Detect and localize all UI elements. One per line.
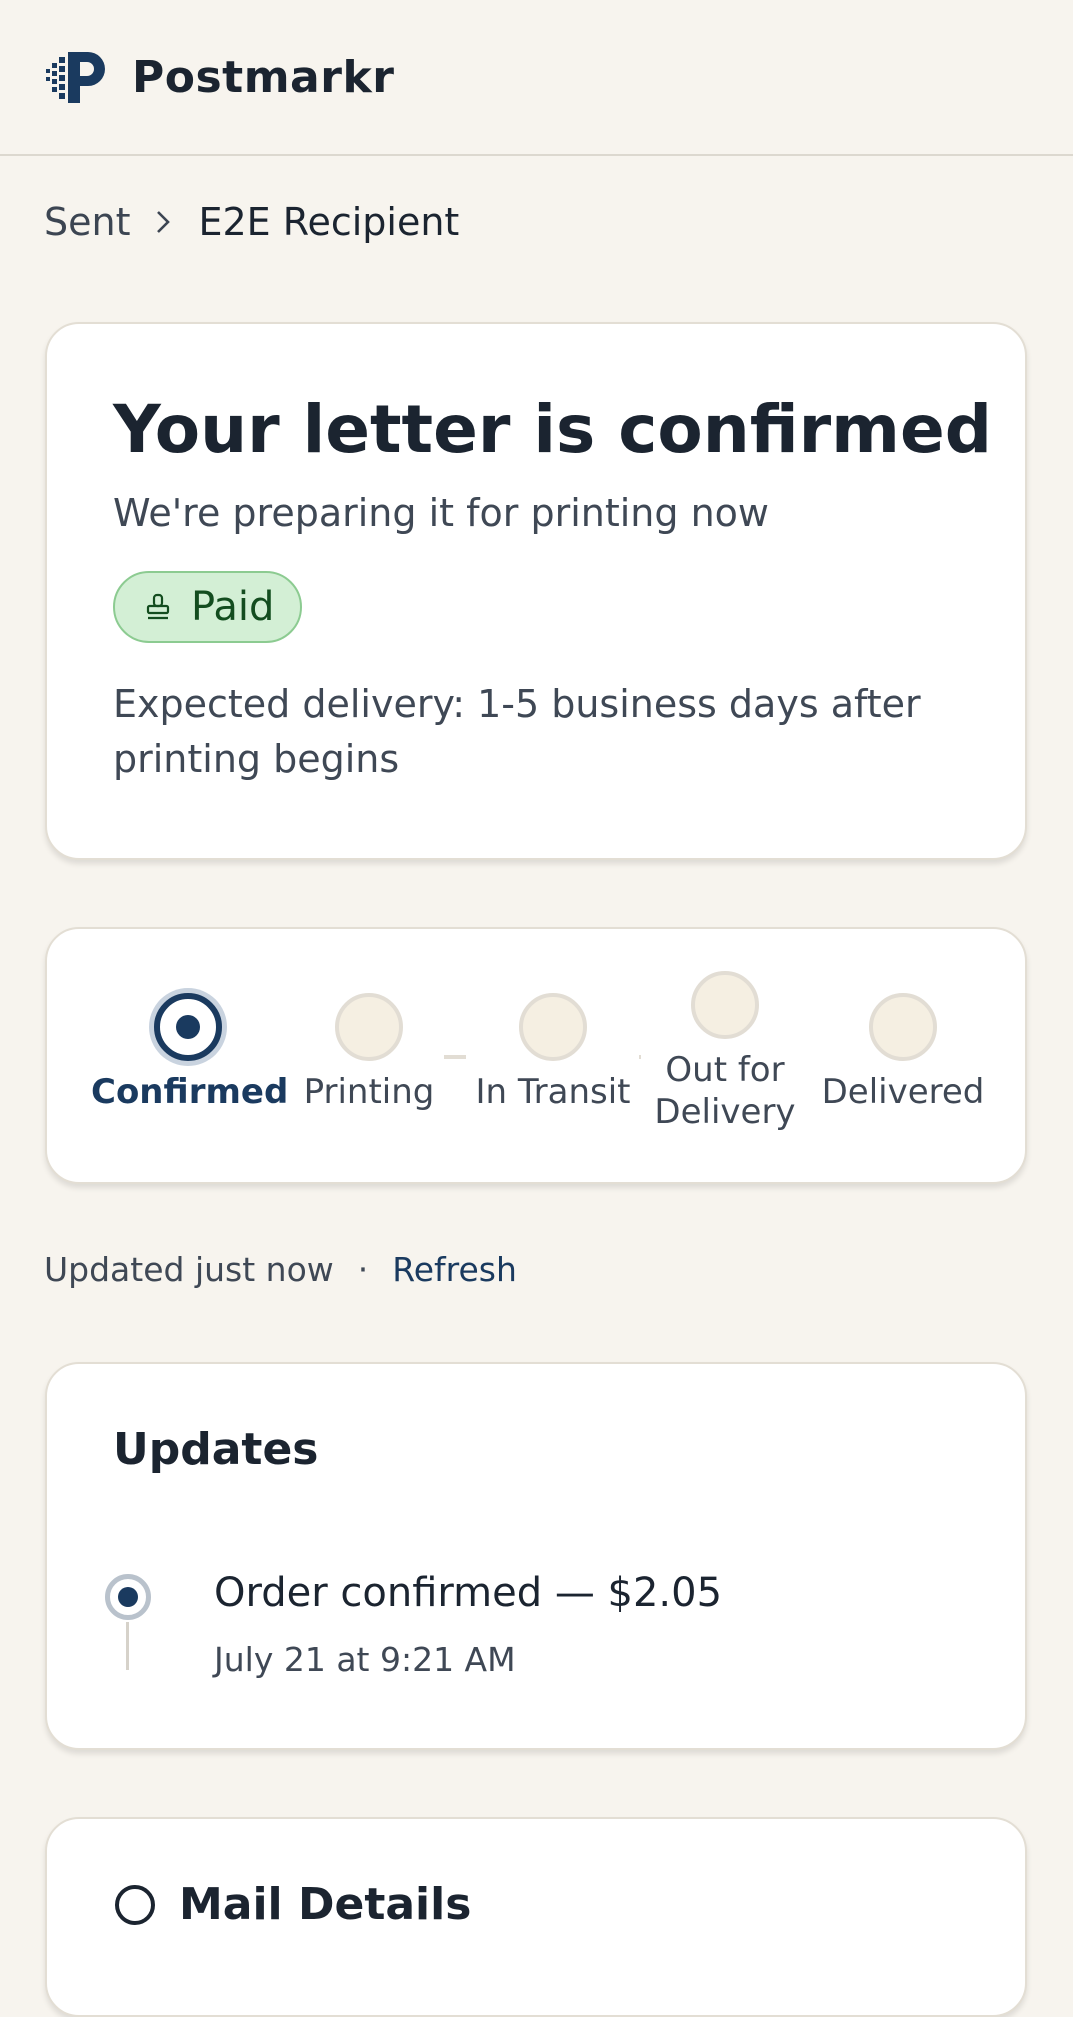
timeline-item-text: Order confirmed — $2.05 (214, 1570, 723, 1616)
updates-card: Updates Order confirmed — $2.05 July 21 … (45, 1362, 1027, 1750)
step-dot-printing (335, 993, 403, 1061)
timeline-item-time: July 21 at 9:21 AM (214, 1640, 516, 1679)
step-dot-delivered (869, 993, 937, 1061)
breadcrumb-sent-link[interactable]: Sent (44, 200, 130, 244)
step-dot-out-for-delivery (691, 971, 759, 1039)
step-dot-in-transit (519, 993, 587, 1061)
timeline-line (126, 1622, 129, 1670)
step-label-in-transit: In Transit (475, 1072, 631, 1112)
page-title: Your letter is confirmed (113, 391, 992, 468)
step-label-confirmed: Confirmed (91, 1072, 289, 1112)
breadcrumb-current: E2E Recipient (198, 200, 460, 244)
confirmation-card: Your letter is confirmed We're preparing… (45, 322, 1027, 860)
expected-delivery-text: Expected delivery: 1-5 business days aft… (113, 681, 921, 781)
step-dot-confirmed (154, 993, 222, 1061)
postmarkr-logo-icon[interactable] (44, 49, 112, 105)
stamp-icon (146, 593, 170, 619)
breadcrumb: Sent E2E Recipient (44, 200, 459, 244)
timeline-dot-icon (105, 1574, 151, 1620)
app-header: Postmarkr (0, 0, 1073, 156)
mail-details-title: Mail Details (179, 1879, 472, 1930)
brand-name[interactable]: Postmarkr (132, 52, 394, 103)
updates-title: Updates (113, 1424, 319, 1475)
refresh-link[interactable]: Refresh (392, 1250, 517, 1289)
mail-icon (115, 1884, 155, 1925)
chevron-right-icon (154, 208, 172, 236)
updated-timestamp: Updated just now (44, 1250, 334, 1289)
mail-details-card: Mail Details (45, 1817, 1027, 2017)
step-label-printing: Printing (303, 1072, 435, 1112)
step-connector (444, 1055, 466, 1059)
separator-dot: · (357, 1250, 369, 1289)
step-label-out-for-delivery-text: Out for Delivery (654, 1050, 796, 1133)
step-label-delivered: Delivered (821, 1072, 985, 1112)
update-status-row: Updated just now · Refresh (44, 1250, 517, 1289)
mail-details-header: Mail Details (113, 1879, 1025, 1930)
step-label-out-for-delivery: Out for Delivery (627, 1049, 823, 1133)
paid-status-badge: Paid (113, 570, 303, 643)
progress-tracker: Confirmed Printing In Transit Out for Del… (45, 927, 1027, 1184)
paid-badge-label: Paid (191, 583, 275, 630)
confirmation-subtitle: We're preparing it for printing now (113, 490, 769, 535)
